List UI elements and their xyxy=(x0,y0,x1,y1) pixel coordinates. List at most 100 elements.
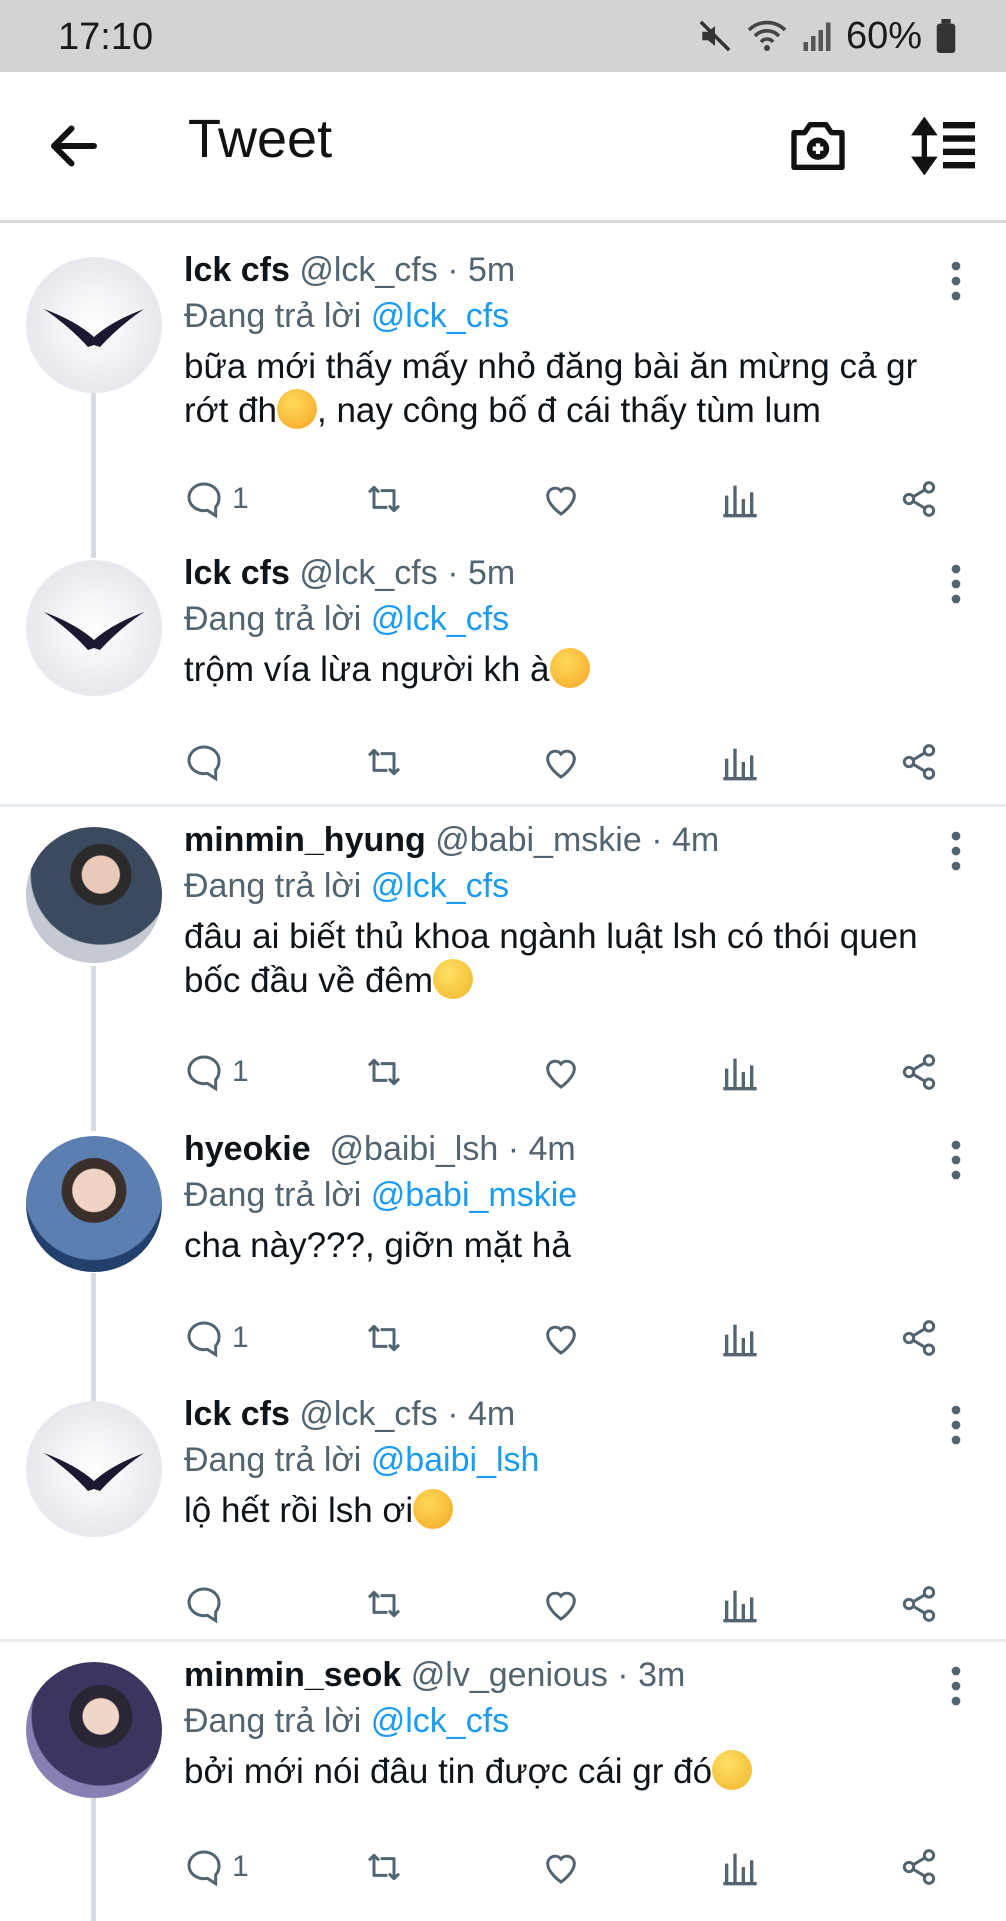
more-options-icon[interactable] xyxy=(944,1666,968,1706)
display-name[interactable]: minmin_seok xyxy=(184,1656,401,1694)
analytics-button[interactable] xyxy=(720,1582,760,1626)
mention-link[interactable]: @lck_cfs xyxy=(371,1702,509,1740)
analytics-button[interactable] xyxy=(720,1316,760,1360)
avatar[interactable] xyxy=(26,827,162,963)
user-handle[interactable]: @lck_cfs xyxy=(299,554,437,592)
share-button[interactable] xyxy=(898,1316,940,1360)
more-options-icon[interactable] xyxy=(944,831,968,871)
more-options-icon[interactable] xyxy=(944,1405,968,1445)
display-name[interactable]: hyeokie xyxy=(184,1130,311,1168)
share-icon xyxy=(902,1849,936,1885)
share-button[interactable] xyxy=(898,1050,940,1094)
user-handle[interactable]: @baibi_lsh xyxy=(330,1130,499,1168)
reply-button[interactable]: 1 xyxy=(184,477,249,521)
analytics-button[interactable] xyxy=(720,1845,760,1889)
tweet-header: minmin_hyung @babi_mskie · 4m xyxy=(184,821,720,859)
mention-link[interactable]: @lck_cfs xyxy=(371,600,509,638)
like-button[interactable] xyxy=(540,1582,582,1626)
avatar[interactable] xyxy=(26,1401,162,1537)
share-button[interactable] xyxy=(898,1582,940,1626)
reply-prefix: Đang trả lời xyxy=(184,600,362,638)
user-handle[interactable]: @babi_mskie xyxy=(435,821,642,859)
display-name[interactable]: minmin_hyung xyxy=(184,821,426,859)
tweet-item[interactable]: lck cfs @lck_cfs · 5m Đang trả lời @lck_… xyxy=(0,223,1006,528)
back-arrow-icon[interactable] xyxy=(44,116,104,176)
reply-icon xyxy=(187,1850,221,1887)
display-name[interactable]: lck cfs xyxy=(184,554,290,592)
user-handle[interactable]: @lck_cfs xyxy=(299,1395,437,1433)
share-icon xyxy=(902,481,936,517)
retweet-button[interactable] xyxy=(362,740,406,784)
battery-icon xyxy=(936,19,956,53)
retweet-icon xyxy=(367,1324,401,1352)
reply-button[interactable] xyxy=(184,1582,232,1626)
more-options-icon[interactable] xyxy=(944,261,968,301)
tweet-item[interactable]: lck cfs @lck_cfs · 4m Đang trả lời @baib… xyxy=(0,1377,1006,1642)
like-button[interactable] xyxy=(540,740,582,784)
tweet-item[interactable]: minmin_hyung @babi_mskie · 4m Đang trả l… xyxy=(0,807,1006,1112)
tweet-text-part: đâu ai biết thủ khoa ngành luật lsh có t… xyxy=(184,917,918,1000)
tweet-time: 5m xyxy=(467,251,516,289)
tweet-actions: 1 xyxy=(184,1316,944,1360)
tweet-item[interactable]: minmin_seok @lv_genious · 3m Đang trả lờ… xyxy=(0,1642,1006,1920)
share-button[interactable] xyxy=(898,1845,940,1889)
mute-icon xyxy=(699,20,731,52)
display-name[interactable]: lck cfs xyxy=(184,1395,290,1433)
retweet-icon xyxy=(367,1853,401,1881)
display-name[interactable]: lck cfs xyxy=(184,251,290,289)
tweet-header: lck cfs @lck_cfs · 5m xyxy=(184,554,516,592)
tweet-time: 4m xyxy=(528,1130,576,1168)
like-button[interactable] xyxy=(540,477,582,521)
reply-button[interactable] xyxy=(184,740,232,784)
analytics-button[interactable] xyxy=(720,740,760,784)
more-options-icon[interactable] xyxy=(944,564,968,604)
reply-icon xyxy=(187,1055,221,1092)
retweet-button[interactable] xyxy=(362,1050,406,1094)
like-button[interactable] xyxy=(540,1845,582,1889)
share-button[interactable] xyxy=(898,477,940,521)
like-button[interactable] xyxy=(540,1316,582,1360)
retweet-button[interactable] xyxy=(362,1845,406,1889)
retweet-button[interactable] xyxy=(362,1582,406,1626)
avatar[interactable] xyxy=(26,1662,162,1798)
share-button[interactable] xyxy=(898,740,940,784)
user-handle[interactable]: @lck_cfs xyxy=(299,251,437,289)
smiling-hearts-emoji-icon xyxy=(413,1489,454,1529)
logo-bird-icon xyxy=(44,309,144,347)
smiling-hearts-emoji-icon xyxy=(277,389,317,429)
status-icons: 60% xyxy=(698,14,956,58)
user-handle[interactable]: @lv_genious xyxy=(411,1656,608,1694)
analytics-button[interactable] xyxy=(720,1050,760,1094)
tweet-item[interactable]: hyeokie @baibi_lsh · 4m Đang trả lời @ba… xyxy=(0,1112,1006,1377)
retweet-button[interactable] xyxy=(362,477,406,521)
reply-button[interactable]: 1 xyxy=(184,1845,249,1889)
heart-icon xyxy=(546,1854,576,1884)
retweet-icon xyxy=(367,1590,401,1618)
mention-link[interactable]: @lck_cfs xyxy=(371,867,509,905)
heart-icon xyxy=(546,486,576,516)
mention-link[interactable]: @baibi_lsh xyxy=(371,1441,540,1479)
replying-to: Đang trả lời @lck_cfs xyxy=(184,598,946,640)
retweet-button[interactable] xyxy=(362,1316,406,1360)
mention-link[interactable]: @babi_mskie xyxy=(371,1176,578,1214)
mention-link[interactable]: @lck_cfs xyxy=(371,297,509,335)
reply-count: 1 xyxy=(232,1850,249,1883)
share-icon xyxy=(902,1320,936,1356)
more-options-icon[interactable] xyxy=(944,1140,968,1180)
like-button[interactable] xyxy=(540,1050,582,1094)
analytics-button[interactable] xyxy=(720,477,760,521)
avatar[interactable] xyxy=(26,257,162,393)
reply-button[interactable]: 1 xyxy=(184,1050,249,1094)
avatar[interactable] xyxy=(26,1136,162,1272)
reply-prefix: Đang trả lời xyxy=(184,1702,362,1740)
avatar[interactable] xyxy=(26,560,162,696)
reply-button[interactable]: 1 xyxy=(184,1316,249,1360)
retweet-icon xyxy=(367,485,401,513)
disappointed-emoji-icon xyxy=(712,1750,753,1790)
sort-icon[interactable] xyxy=(908,114,978,178)
replying-to: Đang trả lời @babi_mskie xyxy=(184,1174,946,1216)
share-icon xyxy=(902,1586,936,1622)
tweet-actions xyxy=(184,740,944,784)
camera-plus-icon[interactable] xyxy=(786,114,850,178)
tweet-header: lck cfs @lck_cfs · 5m xyxy=(184,251,516,289)
